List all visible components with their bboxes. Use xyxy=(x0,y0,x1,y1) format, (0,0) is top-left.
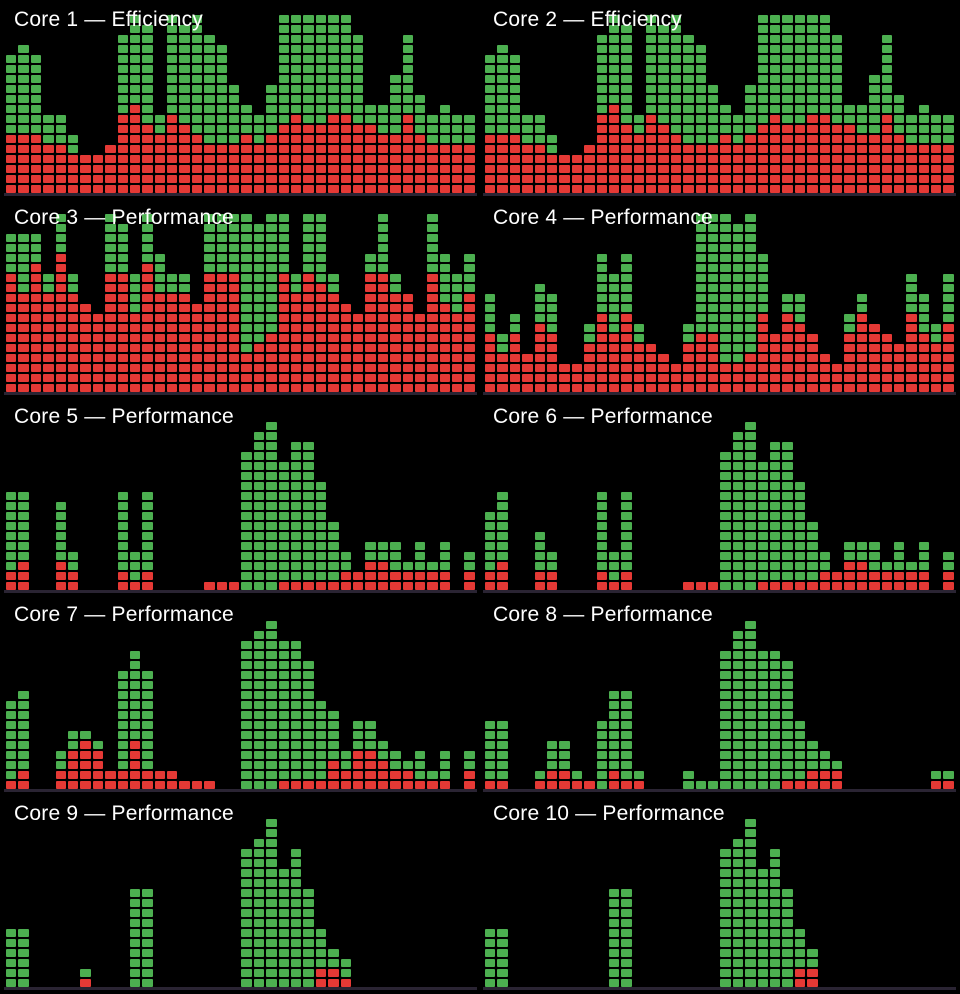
core-label: Core 2 — Efficiency xyxy=(493,8,682,32)
core-panel-9: Core 9 — Performance xyxy=(4,798,477,990)
core-chart xyxy=(4,202,477,391)
core-chart xyxy=(4,798,477,987)
core-chart xyxy=(483,202,956,391)
core-chart xyxy=(483,4,956,193)
core-label: Core 4 — Performance xyxy=(493,206,713,230)
core-label: Core 9 — Performance xyxy=(14,802,234,826)
core-label: Core 6 — Performance xyxy=(493,405,713,429)
core-label: Core 7 — Performance xyxy=(14,603,234,627)
core-chart xyxy=(4,4,477,193)
cpu-history-grid: Core 1 — Efficiency Core 2 — Efficiency … xyxy=(0,0,960,994)
core-panel-8: Core 8 — Performance xyxy=(483,599,956,791)
core-chart xyxy=(483,599,956,788)
core-panel-10: Core 10 — Performance xyxy=(483,798,956,990)
core-label: Core 10 — Performance xyxy=(493,802,725,826)
core-panel-3: Core 3 — Performance xyxy=(4,202,477,394)
core-panel-7: Core 7 — Performance xyxy=(4,599,477,791)
core-chart xyxy=(4,599,477,788)
core-panel-6: Core 6 — Performance xyxy=(483,401,956,593)
core-label: Core 3 — Performance xyxy=(14,206,234,230)
core-chart xyxy=(483,798,956,987)
core-panel-2: Core 2 — Efficiency xyxy=(483,4,956,196)
core-panel-4: Core 4 — Performance xyxy=(483,202,956,394)
core-panel-1: Core 1 — Efficiency xyxy=(4,4,477,196)
core-label: Core 1 — Efficiency xyxy=(14,8,203,32)
core-label: Core 8 — Performance xyxy=(493,603,713,627)
core-chart xyxy=(4,401,477,590)
core-panel-5: Core 5 — Performance xyxy=(4,401,477,593)
core-chart xyxy=(483,401,956,590)
core-label: Core 5 — Performance xyxy=(14,405,234,429)
